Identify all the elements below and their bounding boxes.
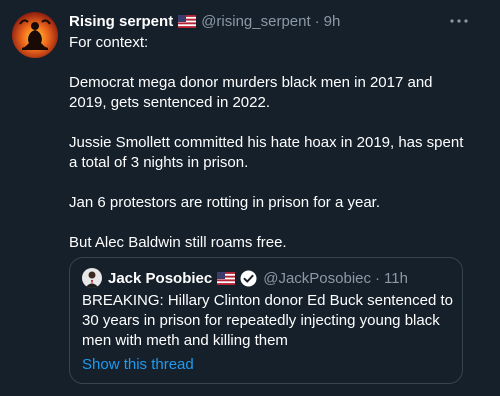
quoted-tweet-timestamp[interactable]: 11h (384, 270, 408, 287)
separator-dot: · (375, 269, 381, 287)
serpent-meditation-avatar-icon (12, 12, 58, 58)
us-flag-icon (217, 271, 236, 285)
person-avatar-icon (82, 268, 102, 288)
avatar[interactable] (12, 12, 58, 58)
author-handle[interactable]: @rising_serpent (201, 13, 310, 30)
separator-dot: · (314, 12, 320, 30)
tweet-text: For context: Democrat mega donor murders… (69, 34, 464, 251)
show-thread-link[interactable]: Show this thread (82, 355, 194, 375)
quoted-avatar[interactable] (82, 268, 102, 288)
tweet-header: Rising serpent @rising_serpent · 9h (69, 11, 469, 31)
quoted-author-handle[interactable]: @JackPosobiec (263, 270, 371, 287)
author-display-name[interactable]: Rising serpent (69, 13, 173, 30)
quoted-tweet[interactable]: Jack Posobiec @JackPosobiec · 11h BREAKI… (69, 257, 463, 384)
tweet-body: Rising serpent @rising_serpent · 9h For … (69, 11, 469, 253)
more-horizontal-icon[interactable] (448, 12, 470, 30)
quoted-tweet-header: Jack Posobiec @JackPosobiec · 11h (82, 268, 408, 288)
us-flag-icon (178, 14, 197, 28)
tweet-timestamp[interactable]: 9h (324, 13, 341, 30)
quoted-author-display-name[interactable]: Jack Posobiec (108, 270, 212, 287)
tweet[interactable]: Rising serpent @rising_serpent · 9h For … (0, 0, 500, 396)
quoted-tweet-text: BREAKING: Hillary Clinton donor Ed Buck … (82, 292, 458, 349)
verified-badge-icon (240, 270, 257, 287)
